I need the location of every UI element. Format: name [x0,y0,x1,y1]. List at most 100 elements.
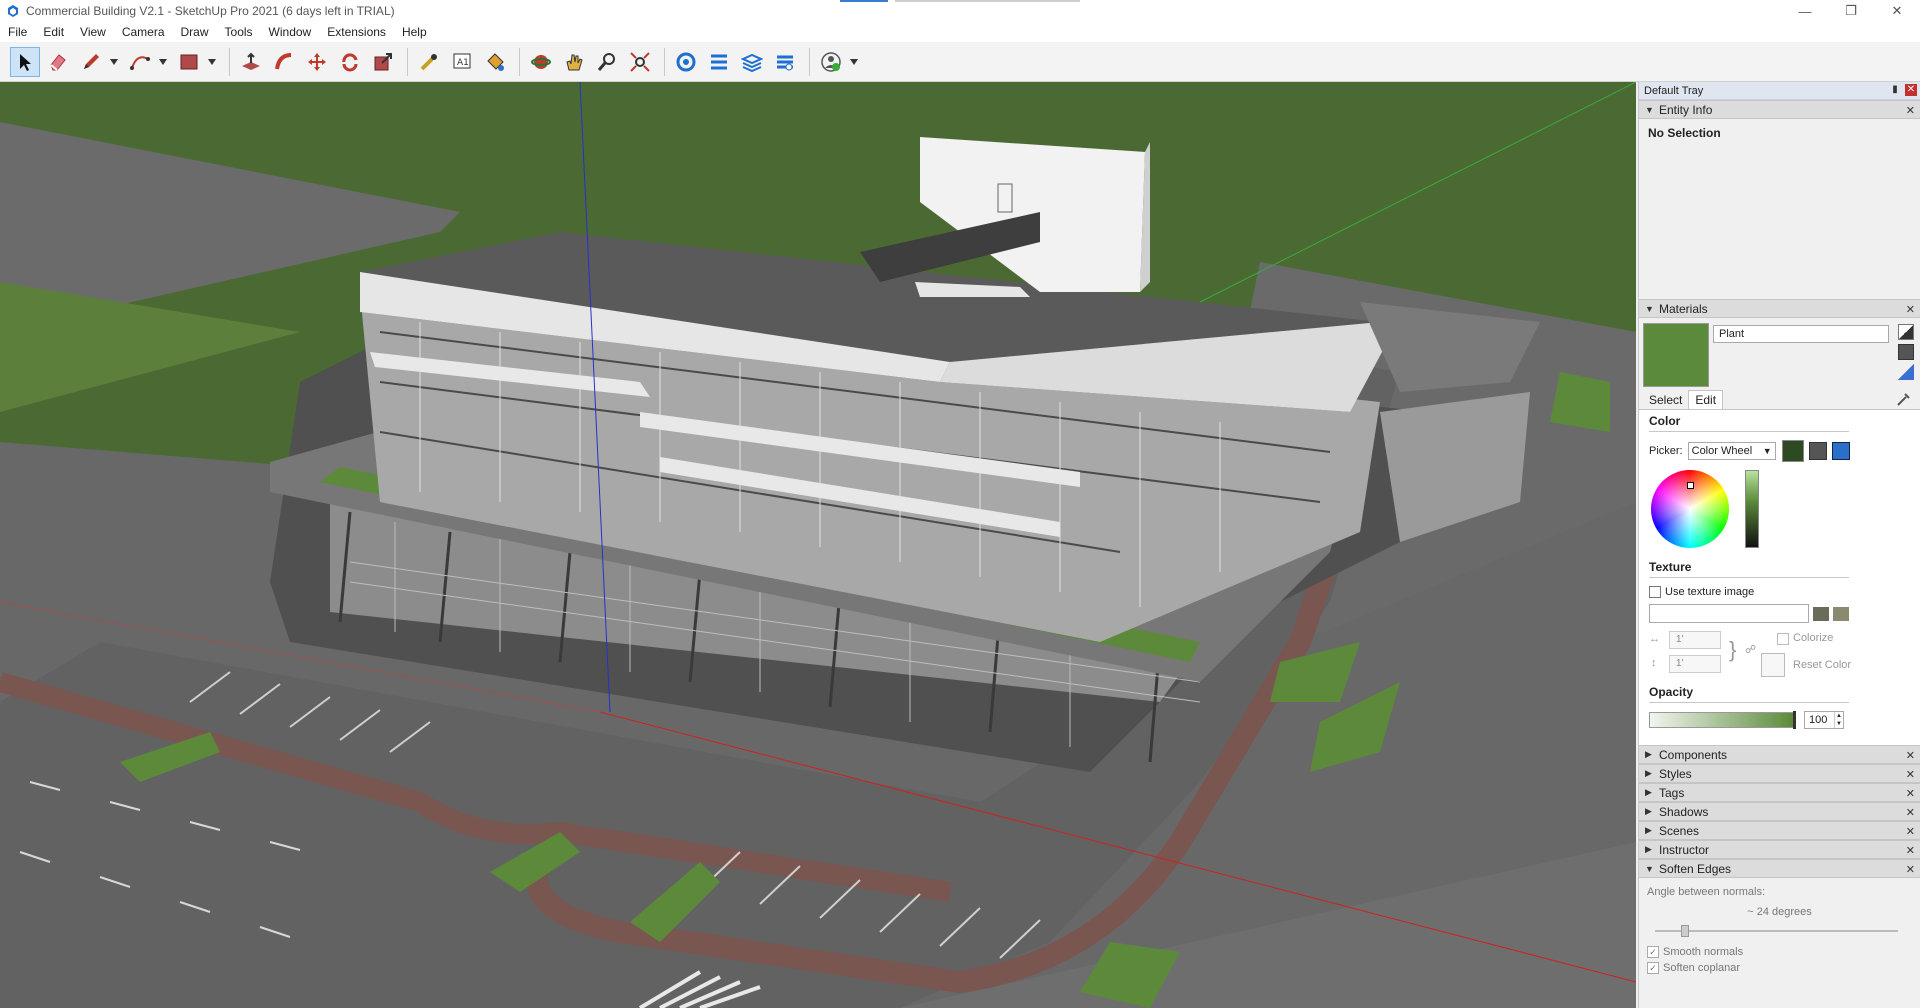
match-model-color-icon[interactable] [1808,442,1827,460]
rectangle-tool-button[interactable] [174,47,204,77]
shadows-header[interactable]: ▶ Shadows ✕ [1639,802,1920,821]
pan-tool-button[interactable] [559,47,589,77]
tab-select[interactable]: Select [1643,391,1688,409]
color-wheel-cursor[interactable] [1687,482,1694,489]
menu-view[interactable]: View [72,22,114,42]
tags-header[interactable]: ▶ Tags ✕ [1639,783,1920,802]
default-material-icon[interactable] [1898,324,1914,340]
use-texture-checkbox[interactable] [1649,586,1661,598]
menu-extensions[interactable]: Extensions [319,22,394,42]
edit-texture-icon[interactable] [1833,606,1849,621]
tape-measure-tool-button[interactable] [414,47,444,77]
spinner-arrows-icon[interactable]: ▲ ▼ [1834,712,1843,728]
panel-close-icon[interactable]: ✕ [1906,303,1915,316]
extension-manager-button[interactable] [770,47,800,77]
material-name-input[interactable]: Plant [1713,325,1889,343]
follow-me-tool-button[interactable] [269,47,299,77]
arc-dropdown[interactable] [158,47,168,77]
tab-edit[interactable]: Edit [1688,390,1724,409]
line-dropdown[interactable] [109,47,119,77]
zoom-tool-button[interactable] [592,47,622,77]
tray-close-icon[interactable]: ✕ [1905,84,1917,96]
menu-window[interactable]: Window [261,22,320,42]
profile-dropdown[interactable] [849,47,859,77]
angle-slider[interactable] [1651,924,1908,938]
model-viewport[interactable] [0,82,1636,1008]
menu-file[interactable]: File [0,22,35,42]
menu-camera[interactable]: Camera [114,22,173,42]
opacity-value: 100 [1809,714,1828,726]
browse-folder-icon[interactable] [1813,606,1829,621]
link-chain-icon[interactable]: ☍ [1745,643,1756,656]
push-pull-tool-button[interactable] [236,47,266,77]
opacity-value-input[interactable]: 100 ▲ ▼ [1804,711,1844,729]
angle-slider-thumb[interactable] [1681,925,1689,937]
soften-edges-title: Soften Edges [1659,861,1732,876]
minimize-button[interactable]: — [1782,0,1828,22]
sample-paint-icon[interactable] [1898,364,1914,380]
eyedropper-icon[interactable] [1896,391,1912,407]
text-tool-button[interactable]: A1 [447,47,477,77]
paint-bucket-tool-button[interactable] [480,47,510,77]
texture-height-input[interactable]: 1' [1669,655,1721,673]
move-tool-button[interactable] [302,47,332,77]
close-button[interactable]: ✕ [1874,0,1920,22]
texture-width-input[interactable]: 1' [1669,631,1721,649]
menu-tools[interactable]: Tools [217,22,261,42]
colorize-checkbox[interactable] [1777,633,1789,645]
shape-dropdown[interactable] [207,47,217,77]
select-tool-button[interactable] [10,46,40,77]
soften-edges-header[interactable]: ▼ Soften Edges ✕ [1639,859,1920,878]
entity-info-header[interactable]: ▼ Entity Info ✕ [1639,100,1920,119]
sketchup-logo-icon [8,5,18,17]
match-screen-color-icon[interactable] [1831,442,1850,460]
menu-edit[interactable]: Edit [35,22,72,42]
pin-icon[interactable]: ▮ [1889,84,1901,96]
smooth-normals-checkbox[interactable]: ✓ [1647,946,1659,958]
arc-icon [130,55,150,70]
instructor-header[interactable]: ▶ Instructor ✕ [1639,840,1920,859]
line-tool-button[interactable] [76,47,106,77]
3d-warehouse-button[interactable] [671,47,701,77]
menu-draw[interactable]: Draw [173,22,217,42]
panel-close-icon[interactable]: ✕ [1906,768,1915,781]
reset-color-swatch[interactable] [1761,653,1785,677]
color-picker-select[interactable]: Color Wheel ▼ [1687,442,1776,460]
styles-header[interactable]: ▶ Styles ✕ [1639,764,1920,783]
components-header[interactable]: ▶ Components ✕ [1639,745,1920,764]
extension-warehouse-button[interactable] [704,47,734,77]
panel-close-icon[interactable]: ✕ [1906,806,1915,819]
rotate-tool-button[interactable] [335,47,365,77]
send-to-layout-button[interactable] [737,47,767,77]
soften-coplanar-checkbox[interactable]: ✓ [1647,962,1659,974]
collapsed-triangle-icon: ▶ [1645,768,1652,778]
panel-close-icon[interactable]: ✕ [1906,844,1915,857]
scale-tool-button[interactable] [368,47,398,77]
scenes-header[interactable]: ▶ Scenes ✕ [1639,821,1920,840]
panel-close-icon[interactable]: ✕ [1906,863,1915,876]
brightness-slider[interactable] [1745,470,1759,548]
rectangle-icon [180,54,198,69]
restore-button[interactable]: ❐ [1828,0,1874,22]
panel-close-icon[interactable]: ✕ [1906,825,1915,838]
angle-unit: degrees [1772,906,1812,918]
opacity-slider-thumb[interactable] [1793,711,1796,729]
chevron-down-icon [110,58,118,65]
eraser-tool-button[interactable] [43,47,73,77]
panel-close-icon[interactable]: ✕ [1906,787,1915,800]
panel-close-icon[interactable]: ✕ [1906,104,1915,117]
orbit-tool-button[interactable] [526,47,556,77]
profile-button[interactable] [816,47,846,77]
materials-header[interactable]: ▼ Materials ✕ [1639,299,1920,318]
shadows-title: Shadows [1659,804,1709,819]
chevron-down-icon [850,58,858,65]
menu-help[interactable]: Help [394,22,435,42]
scale-icon [374,52,392,70]
aspect-lock-icon[interactable]: } [1729,637,1736,663]
zoom-extents-tool-button[interactable] [625,47,655,77]
opacity-slider[interactable] [1649,712,1795,728]
panel-close-icon[interactable]: ✕ [1906,749,1915,762]
create-material-icon[interactable] [1898,344,1914,360]
arc-tool-button[interactable] [125,47,155,77]
texture-path-input[interactable] [1649,604,1809,623]
